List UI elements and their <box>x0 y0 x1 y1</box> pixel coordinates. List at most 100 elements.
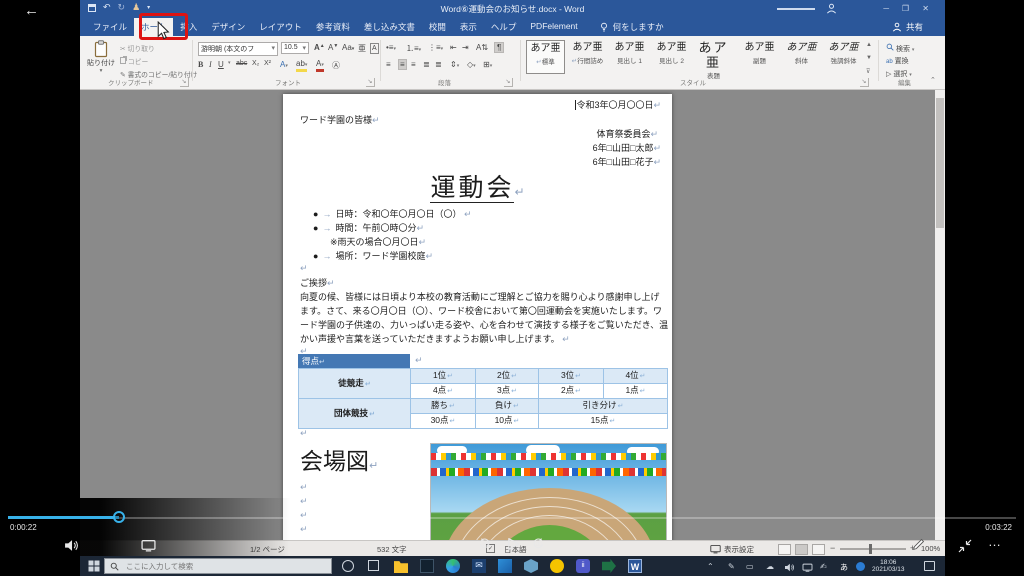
tray-cloud-icon[interactable]: ☁ <box>766 562 774 571</box>
file-explorer-icon[interactable] <box>394 559 408 573</box>
tray-display-icon[interactable] <box>802 563 813 572</box>
align-left-icon[interactable]: ≡ <box>386 60 391 69</box>
font-color-icon[interactable]: A▾ <box>316 60 324 72</box>
hidden-icons-chevron[interactable]: ⌃ <box>707 562 714 571</box>
decrease-indent-icon[interactable]: ⇤ <box>450 43 457 52</box>
volume-icon[interactable] <box>64 539 79 552</box>
seek-bar-handle[interactable] <box>113 511 125 523</box>
multilevel-list-icon[interactable]: ⋮≡▾ <box>428 43 443 52</box>
tab-layout[interactable]: レイアウト <box>252 18 309 36</box>
app-green-arrow-icon[interactable] <box>602 559 616 573</box>
web-layout-icon[interactable] <box>812 544 825 555</box>
more-options-icon[interactable]: … <box>988 534 1002 549</box>
font-size-combo[interactable]: 10.5 ▾ <box>281 42 309 54</box>
text-effects-icon[interactable]: A▾ <box>280 60 288 69</box>
share-button[interactable]: 共有 <box>892 21 923 33</box>
tell-me-box[interactable]: 何をしますか <box>599 18 664 36</box>
line-spacing-icon[interactable]: ⇕▾ <box>450 60 459 69</box>
strikethrough-icon[interactable]: abc <box>236 60 247 67</box>
enclose-characters-icon[interactable]: Ⓐ <box>332 60 340 71</box>
shading-icon[interactable]: ◇▾ <box>467 60 476 69</box>
zoom-slider-track[interactable] <box>840 548 906 550</box>
font-dialog-launcher[interactable]: ↘ <box>366 78 375 87</box>
find-button[interactable]: 検索 ▾ <box>886 43 914 54</box>
styles-scroll-down-icon[interactable]: ▼ <box>866 55 872 61</box>
style-normal[interactable]: あア亜 ↵標準 <box>526 40 565 74</box>
store-icon[interactable] <box>420 559 434 573</box>
annotate-pencil-icon[interactable] <box>912 538 925 551</box>
numbered-list-icon[interactable]: ⒈≡▾ <box>406 43 421 54</box>
font-name-combo[interactable]: 游明朝 (本文のフ ▾ <box>198 42 278 56</box>
paragraph-dialog-launcher[interactable]: ↘ <box>504 78 513 87</box>
styles-scroll-up-icon[interactable]: ▲ <box>866 42 872 48</box>
formatting-marks-toggle[interactable]: ¶ <box>494 42 504 53</box>
ime-indicator[interactable]: あ <box>840 562 848 573</box>
italic-icon[interactable]: I <box>209 60 212 69</box>
align-right-icon[interactable]: ≡ <box>411 60 416 69</box>
highlight-color-icon[interactable]: ab▾ <box>296 60 307 72</box>
sort-icon[interactable]: A⇅ <box>476 43 488 52</box>
tab-references[interactable]: 参考資料 <box>309 18 357 36</box>
tab-help[interactable]: ヘルプ <box>484 18 524 36</box>
superscript-icon[interactable]: X² <box>264 60 271 67</box>
underline-icon[interactable]: U <box>218 60 224 69</box>
cut-button[interactable]: ✂ 切り取り <box>120 43 155 53</box>
photos-icon[interactable] <box>498 559 512 573</box>
viewer-icon[interactable] <box>524 559 538 573</box>
increase-indent-icon[interactable]: ⇥ <box>462 43 469 52</box>
read-mode-icon[interactable] <box>778 544 791 555</box>
style-title[interactable]: あア亜 表題 <box>694 40 733 74</box>
rewind-button[interactable]: 10 <box>477 537 493 549</box>
play-button[interactable] <box>506 537 520 551</box>
replace-button[interactable]: ab 置換 <box>886 56 909 66</box>
grow-font-icon[interactable]: A▲ <box>314 43 325 52</box>
word-count[interactable]: 532 文字 <box>377 544 407 555</box>
task-view-icon[interactable] <box>368 560 379 571</box>
style-intense-emphasis[interactable]: あア亜 強調斜体 <box>824 40 863 74</box>
tab-pdfelement[interactable]: PDFelement <box>523 18 584 36</box>
collapse-ribbon-icon[interactable]: ⌃ <box>930 76 936 84</box>
print-layout-icon[interactable] <box>795 544 808 555</box>
zoom-slider-thumb[interactable] <box>869 544 872 554</box>
style-heading1[interactable]: あア亜 見出し 1 <box>610 40 649 74</box>
venue-map-image[interactable] <box>430 443 667 546</box>
document-page[interactable]: 令和3年〇月〇〇日↵ ワード学園の皆様↵ 体育祭委員会↵ 6年□山田□太郎↵ 6… <box>283 94 672 546</box>
change-case-icon[interactable]: Aa▾ <box>342 43 354 52</box>
app-yellow-icon[interactable] <box>550 559 564 573</box>
clipboard-dialog-launcher[interactable]: ↘ <box>180 78 189 87</box>
bold-icon[interactable]: B <box>198 60 203 69</box>
restore-icon[interactable]: ❐ <box>902 4 909 13</box>
style-emphasis[interactable]: あア亜 斜体 <box>782 40 821 74</box>
style-heading2[interactable]: あア亜 見出し 2 <box>652 40 691 74</box>
captions-icon[interactable] <box>141 539 156 552</box>
mail-icon[interactable]: ✉ <box>472 559 486 573</box>
account-icon[interactable] <box>826 3 837 14</box>
minimize-icon[interactable]: ─ <box>883 4 889 13</box>
borders-icon[interactable]: ⊞▾ <box>483 60 492 69</box>
tray-app-icon[interactable] <box>856 562 865 571</box>
tab-review[interactable]: 校閲 <box>422 18 453 36</box>
word-taskbar-icon[interactable]: W <box>628 559 642 573</box>
justify-icon[interactable]: ≣ <box>423 60 430 69</box>
subscript-icon[interactable]: X₂ <box>252 60 259 67</box>
scrollbar-thumb[interactable] <box>936 98 944 228</box>
search-input[interactable] <box>124 561 326 572</box>
character-border-icon[interactable]: A <box>370 43 379 54</box>
display-settings-button[interactable]: 表示設定 <box>724 544 754 555</box>
tray-volume-icon[interactable] <box>784 563 795 572</box>
cortana-icon[interactable] <box>342 560 354 572</box>
copy-button[interactable]: コピー <box>120 56 148 66</box>
edge-icon[interactable] <box>446 559 460 573</box>
ruby-icon[interactable]: 亜 <box>358 43 366 54</box>
paste-button[interactable]: 貼り付け ▾ <box>86 40 116 82</box>
tab-view[interactable]: 表示 <box>453 18 484 36</box>
tray-battery-icon[interactable]: ▭ <box>746 562 754 571</box>
close-icon[interactable]: ✕ <box>922 4 929 13</box>
zoom-out-icon[interactable]: − <box>830 543 835 553</box>
notification-center-icon[interactable] <box>924 561 935 571</box>
start-button[interactable] <box>88 560 100 572</box>
bullet-list-icon[interactable]: •≡▾ <box>386 43 396 52</box>
distribute-icon[interactable]: ≣ <box>435 60 442 69</box>
clock[interactable]: 18:062021/03/13 <box>872 559 905 573</box>
exit-fullscreen-icon[interactable] <box>958 539 972 553</box>
